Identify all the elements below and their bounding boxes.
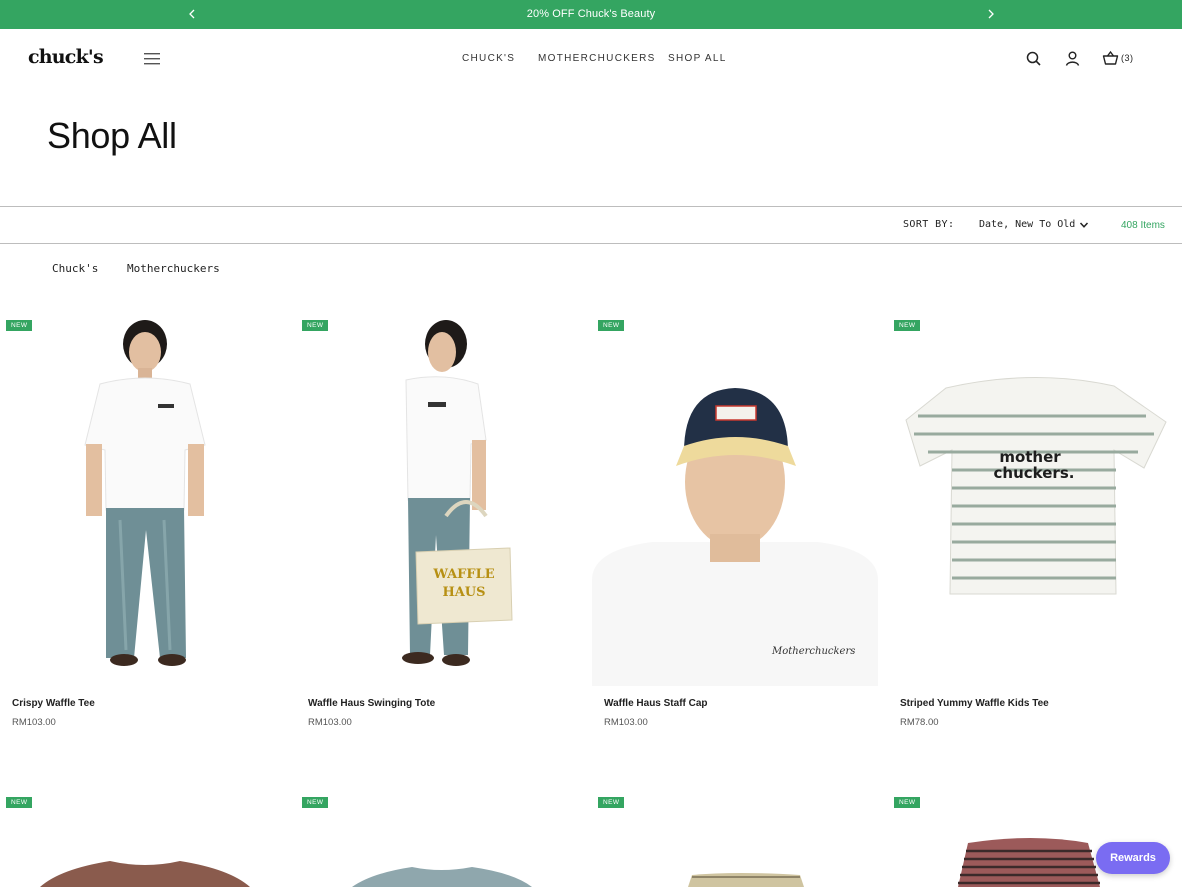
- product-image[interactable]: WAFFLE HAUS NEW: [296, 320, 582, 686]
- product-image[interactable]: mother chuckers. NEW: [888, 320, 1174, 686]
- product-card[interactable]: NEW Crispy Waffle Tee RM103.00: [0, 320, 286, 728]
- item-count: 408 Items: [1121, 220, 1165, 231]
- chevron-right-icon[interactable]: [984, 7, 998, 21]
- promo-text[interactable]: 20% OFF Chuck's Beauty: [0, 0, 1182, 28]
- cart-icon[interactable]: [1102, 50, 1119, 67]
- new-badge: NEW: [894, 320, 921, 331]
- product-price: RM103.00: [12, 717, 56, 728]
- new-badge: NEW: [598, 320, 625, 331]
- product-name[interactable]: Striped Yummy Waffle Kids Tee: [900, 698, 1049, 709]
- rewards-button[interactable]: Rewards: [1096, 842, 1170, 874]
- promo-bar: 20% OFF Chuck's Beauty: [0, 0, 1182, 29]
- chevron-down-icon: [1080, 221, 1089, 228]
- svg-text:HAUS: HAUS: [442, 585, 485, 600]
- main-nav: CHUCK'S MOTHERCHUCKERS SHOP ALL: [0, 29, 1182, 89]
- sort-toolbar: SORT BY: Date, New To Old 408 Items: [0, 206, 1182, 244]
- product-image[interactable]: Motherchuckers NEW: [592, 320, 878, 686]
- product-card[interactable]: Motherchuckers NEW Waffle Haus Staff Cap…: [592, 320, 878, 728]
- product-name[interactable]: Waffle Haus Staff Cap: [604, 698, 708, 709]
- product-image[interactable]: NEW: [296, 797, 582, 887]
- sort-value: Date, New To Old: [979, 219, 1076, 230]
- svg-text:Motherchuckers: Motherchuckers: [771, 646, 855, 657]
- product-image[interactable]: NEW: [0, 797, 286, 887]
- nav-link-shop-all[interactable]: SHOP ALL: [668, 53, 727, 64]
- new-badge: NEW: [6, 797, 33, 808]
- product-card[interactable]: WAFFLE HAUS NEW Waffle Haus Swinging Tot…: [296, 320, 582, 728]
- striped-kids-tee-image: mother chuckers.: [905, 377, 1167, 595]
- cart-count[interactable]: (3): [1121, 53, 1134, 63]
- new-badge: NEW: [6, 320, 33, 331]
- filter-chip-motherchuckers[interactable]: Motherchuckers: [127, 262, 220, 275]
- product-card[interactable]: NEW: [592, 797, 878, 887]
- product-price: RM78.00: [900, 717, 939, 728]
- product-card[interactable]: NEW: [296, 797, 582, 887]
- nav-link-motherchuckers[interactable]: MOTHERCHUCKERS: [538, 53, 656, 64]
- filter-chip-chucks[interactable]: Chuck's: [52, 262, 98, 275]
- new-badge: NEW: [598, 797, 625, 808]
- svg-text:chuckers.: chuckers.: [994, 464, 1075, 482]
- product-price: RM103.00: [604, 717, 648, 728]
- svg-text:WAFFLE: WAFFLE: [432, 567, 494, 582]
- sort-label: SORT BY:: [903, 219, 955, 230]
- product-image[interactable]: NEW: [592, 797, 878, 887]
- new-badge: NEW: [302, 320, 329, 331]
- search-icon[interactable]: [1025, 50, 1042, 67]
- blue-tee-image: [352, 867, 532, 887]
- product-price: RM103.00: [308, 717, 352, 728]
- product-card[interactable]: NEW: [0, 797, 286, 887]
- nav-link-chucks[interactable]: CHUCK'S: [462, 53, 515, 64]
- sort-dropdown[interactable]: Date, New To Old: [979, 219, 1089, 230]
- product-card[interactable]: mother chuckers. NEW Striped Yummy Waffl…: [888, 320, 1174, 728]
- site-header: chuck's CHUCK'S MOTHERCHUCKERS SHOP ALL …: [0, 29, 1182, 89]
- account-icon[interactable]: [1064, 50, 1081, 67]
- logo[interactable]: chuck's: [28, 46, 104, 68]
- new-badge: NEW: [302, 797, 329, 808]
- brown-tee-image: [40, 861, 250, 887]
- model-tee-jeans-image: [84, 320, 206, 666]
- model-cap-image: Motherchuckers: [592, 320, 878, 686]
- product-name[interactable]: Waffle Haus Swinging Tote: [308, 698, 435, 709]
- beige-shorts-image: [688, 873, 804, 887]
- new-badge: NEW: [894, 797, 921, 808]
- product-image[interactable]: NEW: [0, 320, 286, 686]
- product-name[interactable]: Crispy Waffle Tee: [12, 698, 95, 709]
- model-tote-bag-image: WAFFLE HAUS: [402, 320, 513, 666]
- page-title: Shop All: [47, 115, 177, 156]
- hamburger-menu-icon[interactable]: [143, 52, 161, 66]
